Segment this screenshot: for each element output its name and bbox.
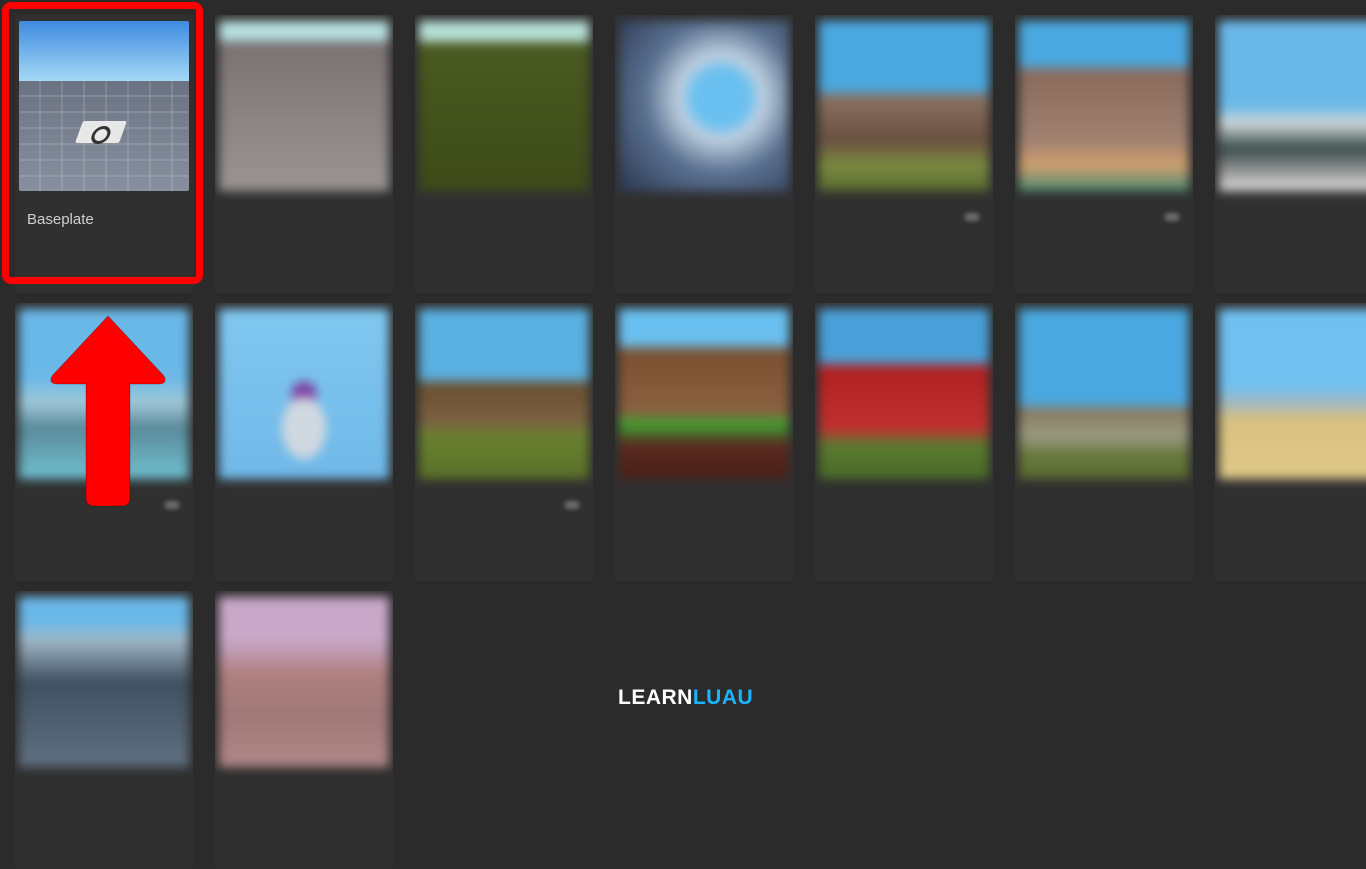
template-thumbnail [219, 597, 389, 767]
arrow-up-icon [50, 315, 166, 507]
template-thumbnail [219, 21, 389, 191]
brand-part-1: LEARN [618, 686, 693, 709]
template-card[interactable] [615, 15, 793, 293]
highlight-box [2, 2, 203, 284]
template-card[interactable] [415, 15, 593, 293]
template-thumbnail [219, 309, 389, 479]
template-card[interactable] [1215, 15, 1366, 293]
template-card[interactable] [815, 303, 993, 581]
template-card[interactable] [1015, 15, 1193, 293]
template-card[interactable] [615, 303, 793, 581]
template-thumbnail [419, 21, 589, 191]
template-thumbnail [1219, 21, 1366, 191]
brand-part-2: LUAU [692, 686, 754, 709]
template-card[interactable] [15, 591, 193, 869]
template-thumbnail [1219, 309, 1366, 479]
template-thumbnail [1019, 21, 1189, 191]
template-thumbnail [819, 309, 989, 479]
template-thumbnail [819, 21, 989, 191]
template-card[interactable] [1015, 303, 1193, 581]
template-card[interactable] [215, 15, 393, 293]
template-card[interactable] [415, 303, 593, 581]
template-card[interactable] [815, 15, 993, 293]
template-grid: Baseplate [0, 0, 1366, 869]
template-thumbnail [619, 21, 789, 191]
template-card[interactable] [215, 303, 393, 581]
template-thumbnail [19, 597, 189, 767]
template-card[interactable] [1215, 303, 1366, 581]
template-thumbnail [619, 309, 789, 479]
template-thumbnail [419, 309, 589, 479]
brand-watermark: LEARNLUAU [618, 686, 753, 710]
template-thumbnail [1019, 309, 1189, 479]
template-card[interactable] [215, 591, 393, 869]
